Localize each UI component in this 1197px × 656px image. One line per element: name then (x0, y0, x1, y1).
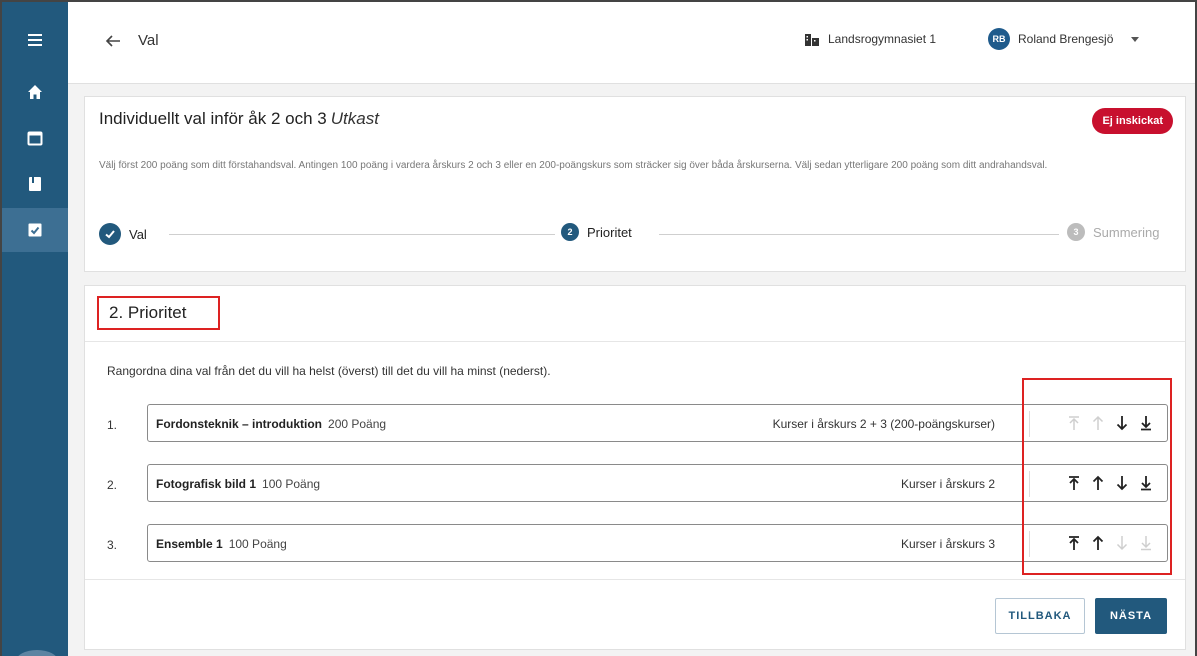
choice-header-card: Individuellt val inför åk 2 och 3 Utkast … (84, 96, 1186, 272)
page-name: Val (138, 32, 159, 49)
sidebar (2, 2, 68, 656)
user-menu[interactable]: RB Roland Brengesjö (988, 28, 1140, 50)
step-connector (659, 234, 1059, 235)
priority-card: 2. Prioritet Rangordna dina val från det… (84, 285, 1186, 650)
back-button[interactable]: TILLBAKA (995, 598, 1085, 634)
list-item: Fotografisk bild 1 100 Poäng Kurser i års… (147, 464, 1168, 502)
step-connector (169, 234, 555, 235)
step-label: Summering (1093, 224, 1160, 240)
step-prioritet[interactable]: 2 Prioritet (561, 223, 632, 241)
reorder-highlight-box (1022, 378, 1172, 575)
stepper: Val 2 Prioritet 3 Summering (99, 223, 1179, 253)
step-label: Val (129, 226, 147, 242)
course-category: Kurser i årskurs 2 (900, 477, 995, 491)
intro-text: Välj först 200 poäng som ditt förstahand… (99, 160, 1048, 171)
step-number: 2 (561, 223, 579, 241)
school-selector[interactable]: Landsrogymnasiet 1 (804, 32, 936, 46)
course-title: Fotografisk bild 1 100 Poäng (156, 477, 320, 491)
course-title: Ensemble 1 100 Poäng (156, 537, 287, 551)
list-item: Fordonsteknik – introduktion 200 Poäng Ku… (147, 404, 1168, 442)
avatar-partial (16, 650, 58, 656)
course-title: Fordonsteknik – introduktion 200 Poäng (156, 417, 386, 431)
book-icon[interactable] (2, 162, 68, 206)
chevron-down-icon (1131, 36, 1140, 42)
course-category: Kurser i årskurs 3 (900, 537, 995, 551)
home-icon[interactable] (2, 70, 68, 114)
page-title: Individuellt val inför åk 2 och 3 Utkast (99, 109, 379, 129)
app-window: Val Landsrogymnasiet 1 RB Roland Brenges… (0, 0, 1197, 656)
step-val[interactable]: Val (99, 223, 147, 245)
avatar: RB (988, 28, 1010, 50)
row-number: 3. (107, 538, 118, 552)
divider (85, 579, 1185, 580)
course-category: Kurser i årskurs 2 + 3 (200-poängskurser… (772, 417, 995, 431)
divider (85, 341, 1185, 342)
school-name: Landsrogymnasiet 1 (828, 32, 937, 46)
user-name: Roland Brengesjö (1018, 32, 1114, 46)
course-name: Fordonsteknik – introduktion (156, 417, 323, 431)
check-icon (99, 223, 121, 245)
course-points: 100 Poäng (262, 477, 321, 491)
course-name: Fotografisk bild 1 (156, 477, 257, 491)
status-badge: Ej inskickat (1092, 108, 1173, 134)
building-icon (805, 34, 819, 46)
step-label: Prioritet (587, 224, 632, 240)
step-number: 3 (1067, 223, 1085, 241)
course-points: 100 Poäng (228, 537, 287, 551)
step-summering[interactable]: 3 Summering (1067, 223, 1159, 241)
instruction-text: Rangordna dina val från det du vill ha h… (107, 364, 551, 378)
list-item: Ensemble 1 100 Poäng Kurser i årskurs 3 (147, 524, 1168, 562)
next-button[interactable]: NÄSTA (1095, 598, 1167, 634)
draft-label: Utkast (330, 109, 379, 128)
course-name: Ensemble 1 (156, 537, 223, 551)
section-title: 2. Prioritet (97, 296, 220, 330)
assignment-icon[interactable] (2, 208, 68, 252)
title-text: Individuellt val inför åk 2 och 3 (99, 109, 327, 128)
row-number: 2. (107, 478, 118, 492)
back-arrow-icon[interactable] (103, 31, 123, 51)
course-points: 200 Poäng (328, 417, 387, 431)
top-bar: Val Landsrogymnasiet 1 RB Roland Brenges… (68, 2, 1195, 84)
row-number: 1. (107, 418, 118, 432)
calendar-icon[interactable] (2, 116, 68, 160)
menu-icon[interactable] (2, 18, 68, 62)
